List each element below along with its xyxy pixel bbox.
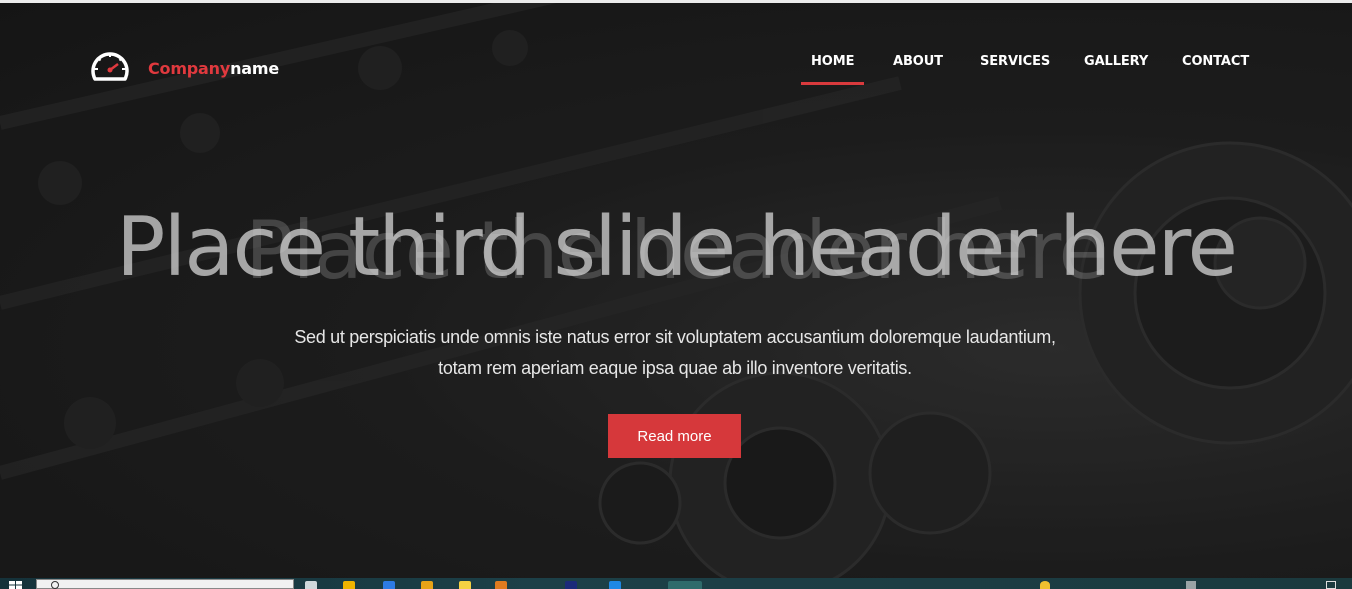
nav-home[interactable]: HOME	[800, 54, 865, 86]
nav-gallery[interactable]: GALLERY	[1084, 54, 1148, 86]
tray-icon[interactable]	[1040, 581, 1050, 589]
main-nav: HOME ABOUT SERVICES GALLERY CONTACT	[0, 54, 1352, 90]
slide-subtitle-line2: totam rem aperiam eaque ipsa quae ab ill…	[438, 358, 912, 378]
app-icon[interactable]	[459, 581, 471, 589]
slide-subtitle: Sed ut perspiciatis unde omnis iste natu…	[200, 322, 1150, 384]
task-view-icon[interactable]	[305, 581, 317, 589]
taskbar-search-box[interactable]	[36, 579, 294, 589]
app-icon[interactable]	[421, 581, 433, 589]
active-app-icon[interactable]	[668, 581, 702, 589]
app-icon[interactable]	[495, 581, 507, 589]
slide-title: Place third slide header here	[116, 200, 1238, 295]
app-icon[interactable]	[609, 581, 621, 589]
file-explorer-icon[interactable]	[343, 581, 355, 589]
nav-about[interactable]: ABOUT	[893, 54, 943, 86]
search-icon	[51, 581, 59, 589]
read-more-button[interactable]: Read more	[608, 414, 741, 458]
edge-icon[interactable]	[383, 581, 395, 589]
notification-icon[interactable]	[1326, 581, 1336, 589]
app-icon[interactable]	[565, 581, 577, 589]
slide-subtitle-line1: Sed ut perspiciatis unde omnis iste natu…	[294, 327, 1056, 347]
nav-contact[interactable]: CONTACT	[1182, 54, 1249, 86]
taskbar	[0, 578, 1352, 589]
nav-services[interactable]: SERVICES	[980, 54, 1050, 86]
windows-start-icon[interactable]	[9, 581, 23, 589]
tray-icon[interactable]	[1186, 581, 1196, 589]
